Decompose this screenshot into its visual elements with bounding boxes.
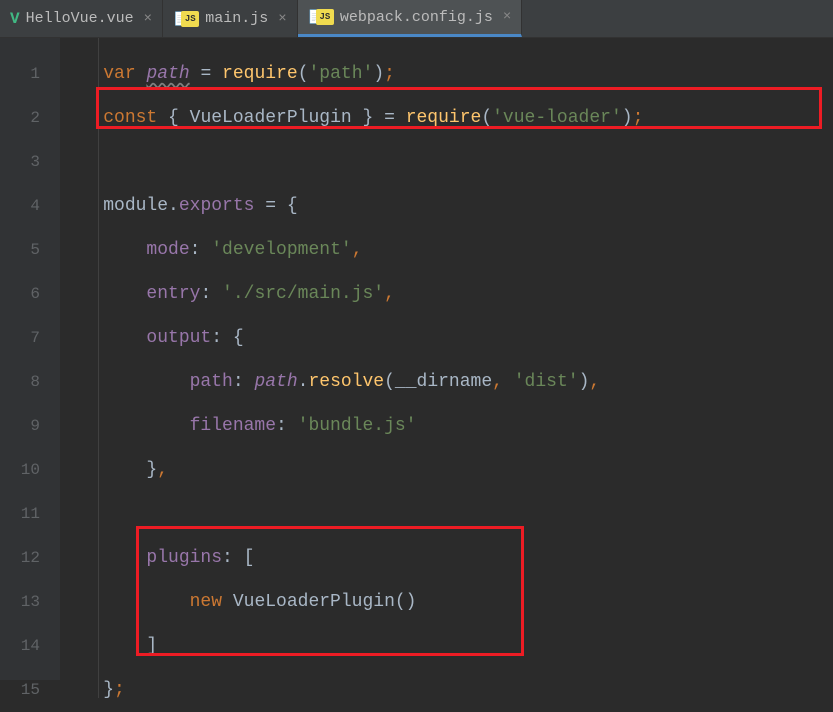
code-line: filename: 'bundle.js' — [60, 404, 833, 448]
code-line: entry: './src/main.js', — [60, 272, 833, 316]
tab-label: webpack.config.js — [340, 9, 493, 26]
line-number: 1 — [0, 52, 40, 96]
code-line: mode: 'development', — [60, 228, 833, 272]
line-number: 14 — [0, 624, 40, 668]
close-icon[interactable]: × — [144, 11, 152, 27]
code-line: }; — [60, 668, 833, 712]
code-line: ] — [60, 624, 833, 668]
code-line: path: path.resolve(__dirname, 'dist'), — [60, 360, 833, 404]
line-number: 4 — [0, 184, 40, 228]
line-number: 11 — [0, 492, 40, 536]
line-gutter: 1 2 3 4 5 6 7 8 9 10 11 12 13 14 15 — [0, 38, 60, 680]
code-line: }, — [60, 448, 833, 492]
line-number: 12 — [0, 536, 40, 580]
code-line: module.exports = { — [60, 184, 833, 228]
tab-hellovue[interactable]: V HelloVue.vue × — [0, 0, 163, 37]
line-number: 2 — [0, 96, 40, 140]
line-number: 15 — [0, 668, 40, 712]
line-number: 10 — [0, 448, 40, 492]
code-line: plugins: [ — [60, 536, 833, 580]
code-line: new VueLoaderPlugin() — [60, 580, 833, 624]
js-icon: 📄JS — [173, 11, 199, 27]
code-line — [60, 492, 833, 536]
tab-label: main.js — [205, 10, 268, 27]
js-icon: 📄JS — [308, 9, 334, 25]
code-line: const { VueLoaderPlugin } = require('vue… — [60, 96, 833, 140]
line-number: 3 — [0, 140, 40, 184]
close-icon[interactable]: × — [503, 9, 511, 25]
code-line: var path = require('path'); — [60, 52, 833, 96]
vue-icon: V — [10, 10, 20, 28]
tab-webpack[interactable]: 📄JS webpack.config.js × — [298, 0, 523, 37]
code-line: output: { — [60, 316, 833, 360]
line-number: 6 — [0, 272, 40, 316]
line-number: 8 — [0, 360, 40, 404]
line-number: 9 — [0, 404, 40, 448]
code-editor[interactable]: 1 2 3 4 5 6 7 8 9 10 11 12 13 14 15 var … — [0, 38, 833, 680]
line-number: 5 — [0, 228, 40, 272]
close-icon[interactable]: × — [278, 11, 286, 27]
code-line — [60, 140, 833, 184]
tab-label: HelloVue.vue — [26, 10, 134, 27]
code-content[interactable]: var path = require('path'); const { VueL… — [60, 38, 833, 680]
editor-tabs: V HelloVue.vue × 📄JS main.js × 📄JS webpa… — [0, 0, 833, 38]
tab-mainjs[interactable]: 📄JS main.js × — [163, 0, 298, 37]
line-number: 13 — [0, 580, 40, 624]
line-number: 7 — [0, 316, 40, 360]
